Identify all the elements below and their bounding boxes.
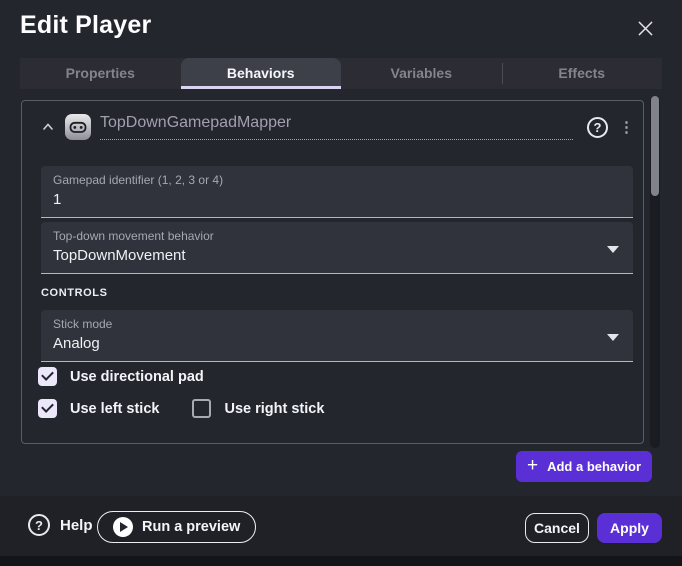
tab-behaviors[interactable]: Behaviors (181, 58, 342, 89)
chevron-down-icon (607, 246, 619, 253)
chevron-up-icon[interactable] (37, 116, 59, 138)
help-button[interactable]: ? Help (28, 514, 93, 536)
chevron-down-icon (607, 334, 619, 341)
behavior-help-icon[interactable]: ? (587, 117, 608, 138)
checkbox-right-stick[interactable] (192, 399, 211, 418)
behavior-header: TopDownGamepadMapper ? ⋮ (37, 112, 631, 142)
field-label: Stick mode (53, 317, 621, 331)
apply-button[interactable]: Apply (597, 513, 662, 543)
tab-properties[interactable]: Properties (20, 58, 181, 89)
kebab-menu-icon[interactable]: ⋮ (619, 120, 631, 135)
field-value: 1 (53, 191, 621, 208)
help-icon: ? (28, 514, 50, 536)
run-preview-label: Run a preview (142, 519, 240, 535)
field-label: Gamepad identifier (1, 2, 3 or 4) (53, 173, 621, 187)
cancel-button[interactable]: Cancel (525, 513, 589, 543)
field-value: TopDownMovement (53, 247, 621, 264)
field-label: Top-down movement behavior (53, 229, 621, 243)
footer-bar: ? Help Run a preview Cancel Apply (0, 496, 682, 556)
run-preview-button[interactable]: Run a preview (97, 511, 256, 543)
tab-effects[interactable]: Effects (502, 58, 663, 89)
edit-player-dialog: Edit Player Properties Behaviors Variabl… (0, 0, 682, 556)
stick-mode-select[interactable]: Stick mode Analog (41, 310, 633, 362)
add-behavior-label: Add a behavior (547, 459, 641, 474)
behaviors-scroll-container[interactable]: TopDownGamepadMapper ? ⋮ Gamepad identif… (21, 100, 644, 444)
add-behavior-button[interactable]: + Add a behavior (516, 451, 652, 482)
play-icon (113, 517, 133, 537)
scrollbar-thumb[interactable] (651, 96, 659, 196)
checkbox-label: Use left stick (70, 401, 159, 417)
behavior-name-field[interactable]: TopDownGamepadMapper (100, 114, 573, 140)
checkbox-row: Use directional pad (38, 367, 204, 386)
gamepad-identifier-field[interactable]: Gamepad identifier (1, 2, 3 or 4) 1 (41, 166, 633, 218)
behavior-name: TopDownGamepadMapper (100, 114, 291, 131)
tab-bar: Properties Behaviors Variables Effects (20, 58, 662, 89)
checkbox-row: Use left stick Use right stick (38, 399, 324, 418)
page-title: Edit Player (20, 11, 151, 40)
plus-icon: + (527, 456, 538, 475)
movement-behavior-select[interactable]: Top-down movement behavior TopDownMoveme… (41, 222, 633, 274)
gamepad-icon (65, 114, 91, 140)
checkbox-directional-pad[interactable] (38, 367, 57, 386)
checkbox-left-stick[interactable] (38, 399, 57, 418)
tab-variables[interactable]: Variables (341, 58, 502, 89)
checkbox-label: Use right stick (224, 401, 324, 417)
controls-section-label: CONTROLS (41, 287, 108, 299)
checkbox-label: Use directional pad (70, 369, 204, 385)
help-label: Help (60, 517, 93, 534)
field-value: Analog (53, 335, 621, 352)
close-icon[interactable] (631, 14, 659, 42)
